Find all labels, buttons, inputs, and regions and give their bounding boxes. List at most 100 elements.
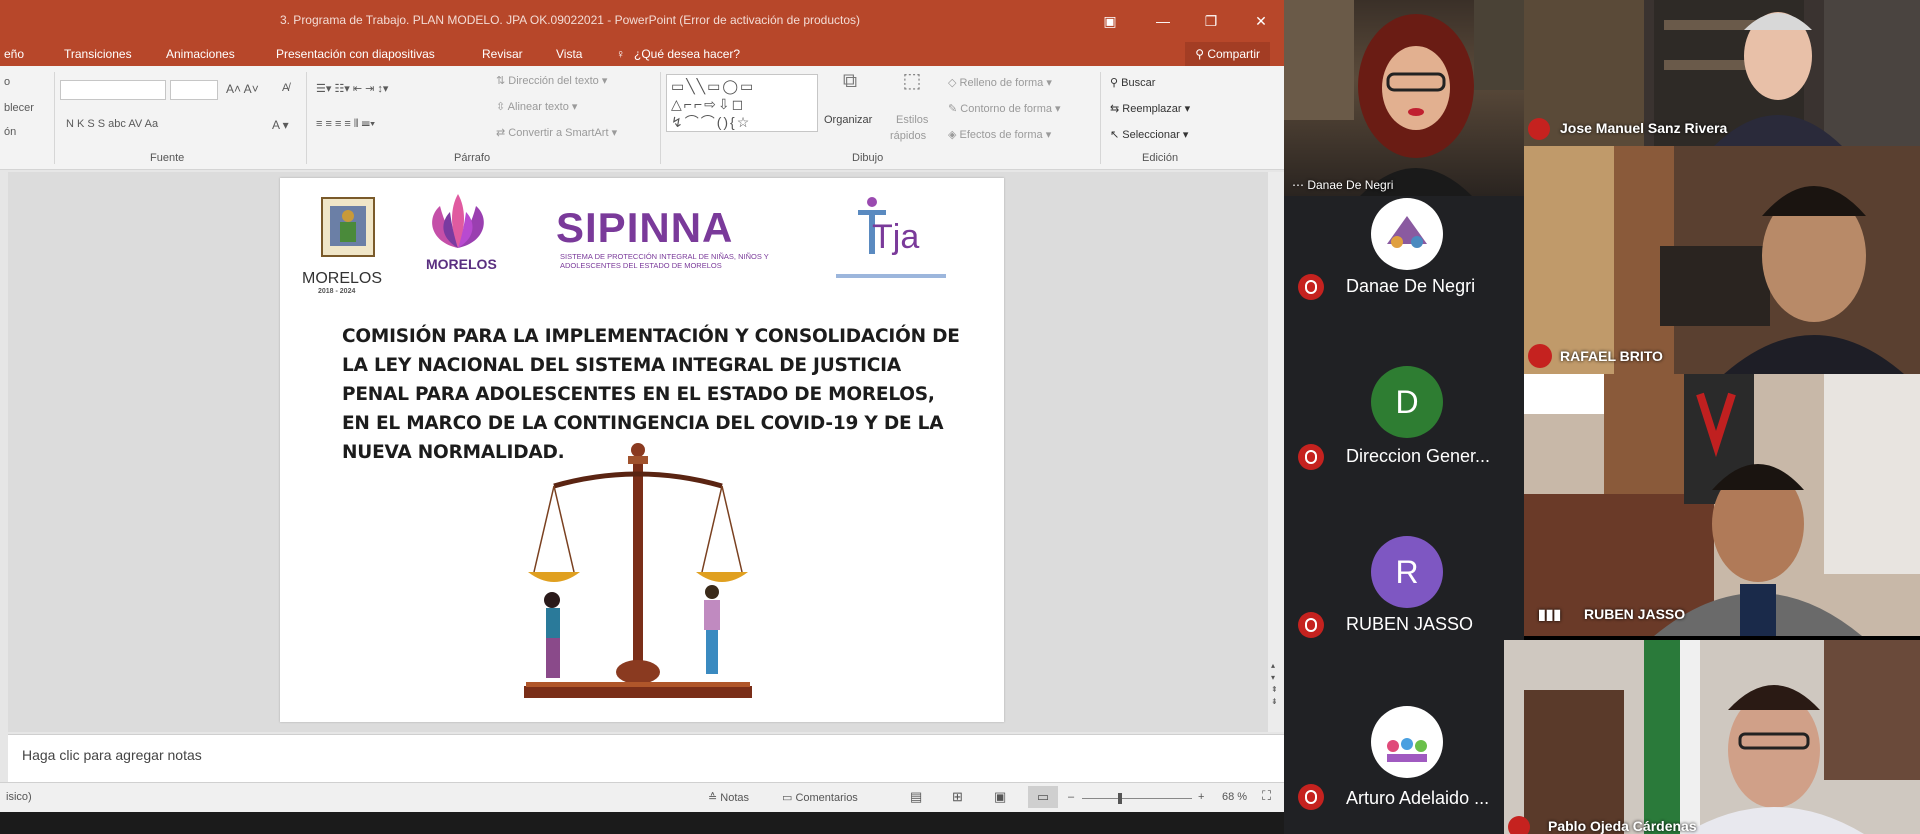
text-direction-label: Dirección del texto — [508, 75, 599, 87]
shape-fill-label: Relleno de forma — [959, 77, 1044, 89]
morelos-logo-years: 2018 - 2024 — [318, 288, 356, 295]
notes-button[interactable]: ≙ Notas — [708, 791, 749, 804]
video-tile-rafael[interactable]: RAFAEL BRITO — [1524, 146, 1920, 374]
participant-item[interactable]: Danae De Negri — [1284, 196, 1524, 326]
view-slideshow-icon[interactable]: ▭ — [1028, 786, 1058, 808]
participant-item[interactable]: R RUBEN JASSO — [1284, 474, 1524, 644]
shape-effects-button[interactable]: ◈ Efectos de forma ▾ — [948, 128, 1051, 141]
participant-item[interactable]: Arturo Adelaido ... — [1284, 644, 1524, 834]
participant-name: Arturo Adelaido ... — [1346, 788, 1490, 808]
replace-button[interactable]: ⇆ Reemplazar ▾ — [1110, 102, 1190, 115]
slide[interactable]: MORELOS 2018 - 2024 MORELOS SIPINNA SIST… — [280, 178, 1004, 722]
video-tile-jose[interactable]: Jose Manuel Sanz Rivera — [1524, 0, 1920, 146]
shape-effects-label: Efectos de forma — [959, 129, 1043, 141]
view-reading-icon[interactable]: ▣ — [994, 789, 1006, 805]
video-tile-pablo[interactable]: Pablo Ojeda Cárdenas — [1504, 640, 1920, 834]
shape-fill-button[interactable]: ◇ Relleno de forma ▾ — [948, 76, 1052, 89]
avatar-image — [1373, 708, 1441, 776]
zoom-in-icon[interactable]: + — [1198, 791, 1204, 803]
share-label: Compartir — [1207, 47, 1260, 61]
replace-label: Reemplazar — [1122, 103, 1182, 115]
notes-placeholder[interactable]: Haga clic para agregar notas — [22, 747, 202, 763]
avatar-image — [1373, 200, 1441, 268]
title-bar: 3. Programa de Trabajo. PLAN MODELO. JPA… — [0, 0, 1284, 42]
tab-diseno[interactable]: eño — [4, 47, 24, 61]
font-size-dropdown[interactable] — [170, 80, 218, 100]
mic-off-icon — [1298, 274, 1324, 300]
view-sorter-icon[interactable]: ⊞ — [952, 789, 963, 805]
align-text-label: Alinear texto — [507, 101, 569, 113]
tab-transiciones[interactable]: Transiciones — [64, 47, 132, 61]
status-language: isico) — [6, 791, 32, 803]
participants-column: ⋯ Danae De Negri Danae De Negri D Direcc… — [1284, 0, 1524, 834]
mic-off-icon — [1298, 612, 1324, 638]
tab-revisar[interactable]: Revisar — [482, 47, 523, 61]
quick-styles-label-2[interactable]: rápidos — [890, 130, 926, 142]
select-label: Seleccionar — [1122, 129, 1180, 141]
font-format-buttons[interactable]: N K S S abc AV Aa — [66, 118, 158, 130]
clear-format-icon[interactable]: A̸ — [282, 82, 289, 94]
video-tile-ruben[interactable]: ▮▮▮ RUBEN JASSO — [1524, 374, 1920, 636]
sipinna-subtitle: SISTEMA DE PROTECCIÓN INTEGRAL DE NIÑAS,… — [560, 252, 769, 270]
fit-slide-icon[interactable]: ⛶ — [1262, 788, 1271, 804]
text-direction-button[interactable]: ⇅ Dirección del texto ▾ — [496, 74, 607, 87]
close-icon[interactable]: ✕ — [1246, 8, 1276, 34]
align-icons[interactable]: ≡ ≡ ≡ ≡ ⫴ ☰▾ — [316, 118, 375, 131]
tab-vista[interactable]: Vista — [556, 47, 582, 61]
avatar — [1371, 198, 1443, 270]
group-edicion: Edición — [1142, 152, 1179, 164]
bullets-icon[interactable]: ☰▾ ☷▾ ⇤ ⇥ ↕▾ — [316, 82, 388, 95]
maximize-icon[interactable]: ❐ — [1196, 8, 1226, 34]
participant-name: RUBEN JASSO — [1346, 614, 1474, 634]
minimize-icon[interactable]: — — [1148, 8, 1178, 34]
quick-styles-label-1[interactable]: Estilos — [896, 114, 928, 126]
increase-font-icon[interactable]: A˄ A˅ — [226, 82, 259, 96]
shapes-gallery[interactable]: ▭╲╲▭◯▭ △⌐⌐⇨⇩◻ ↯⌒⌒(){☆ — [666, 74, 818, 132]
person-icon: ⚲ — [1195, 47, 1208, 61]
ribbon-cut-1[interactable]: o — [4, 76, 10, 88]
select-button[interactable]: ↖ Seleccionar ▾ — [1110, 128, 1188, 141]
font-name-dropdown[interactable] — [60, 80, 166, 100]
vertical-scrollbar[interactable]: ▴ ▾ ⇞ ⇟ — [1268, 172, 1284, 732]
ribbon-cut-3[interactable]: ón — [4, 126, 16, 138]
participant-name: Direccion Gener... — [1346, 446, 1491, 466]
zoom-slider[interactable] — [1082, 798, 1192, 799]
scroll-arrows-icon[interactable]: ▴ ▾ ⇞ ⇟ — [1271, 660, 1278, 708]
font-color-icon[interactable]: A ▾ — [272, 118, 289, 132]
find-button[interactable]: ⚲ Buscar — [1110, 76, 1155, 89]
divider — [660, 72, 661, 164]
group-fuente: Fuente — [150, 152, 185, 164]
powerpoint-window: 3. Programa de Trabajo. PLAN MODELO. JPA… — [0, 0, 1284, 834]
align-text-button[interactable]: ⇳ Alinear texto ▾ — [496, 100, 577, 113]
tab-presentacion[interactable]: Presentación con diapositivas — [276, 47, 435, 61]
slide-editor: MORELOS 2018 - 2024 MORELOS SIPINNA SIST… — [8, 172, 1284, 732]
video-tile-danae[interactable]: ⋯ Danae De Negri — [1284, 0, 1524, 196]
video-name-text: Danae De Negri — [1307, 178, 1394, 192]
shape-outline-button[interactable]: ✎ Contorno de forma ▾ — [948, 102, 1061, 115]
zoom-out-icon[interactable]: – — [1068, 791, 1074, 803]
participant-video — [1524, 374, 1920, 636]
notes-pane[interactable]: Haga clic para agregar notas — [8, 734, 1284, 782]
tja-underline — [836, 274, 946, 278]
tell-me-search[interactable]: ¿Qué desea hacer? — [634, 47, 740, 61]
participant-video — [1524, 146, 1920, 374]
arrange-button[interactable]: Organizar — [824, 114, 872, 126]
tab-animaciones[interactable]: Animaciones — [166, 47, 235, 61]
mic-off-icon — [1528, 118, 1550, 140]
zoom-level[interactable]: 68 % — [1222, 791, 1247, 803]
share-button[interactable]: ⚲ Compartir — [1185, 42, 1270, 66]
group-parrafo: Párrafo — [454, 152, 491, 164]
window-bottom-edge — [0, 812, 1284, 834]
participant-item[interactable]: D Direccion Gener... — [1284, 326, 1524, 474]
comments-button[interactable]: ▭ Comentarios — [782, 791, 858, 804]
status-bar: isico) ≙ Notas ▭ Comentarios ▤ ⊞ ▣ ▭ – +… — [0, 782, 1284, 812]
speaking-indicator-icon: ▮▮▮ — [1538, 606, 1562, 622]
shapes-icons[interactable]: ▭╲╲▭◯▭ △⌐⌐⇨⇩◻ ↯⌒⌒(){☆ — [671, 77, 755, 131]
ribbon-display-icon[interactable]: ▣ — [1095, 8, 1125, 34]
smartart-button[interactable]: ⇄ Convertir a SmartArt ▾ — [496, 126, 617, 139]
divider — [306, 72, 307, 164]
view-normal-icon[interactable]: ▤ — [910, 789, 922, 805]
zoom-slider-thumb[interactable] — [1118, 793, 1122, 804]
ribbon-cut-2[interactable]: blecer — [4, 102, 34, 114]
video-name-label: Pablo Ojeda Cárdenas — [1548, 818, 1697, 834]
